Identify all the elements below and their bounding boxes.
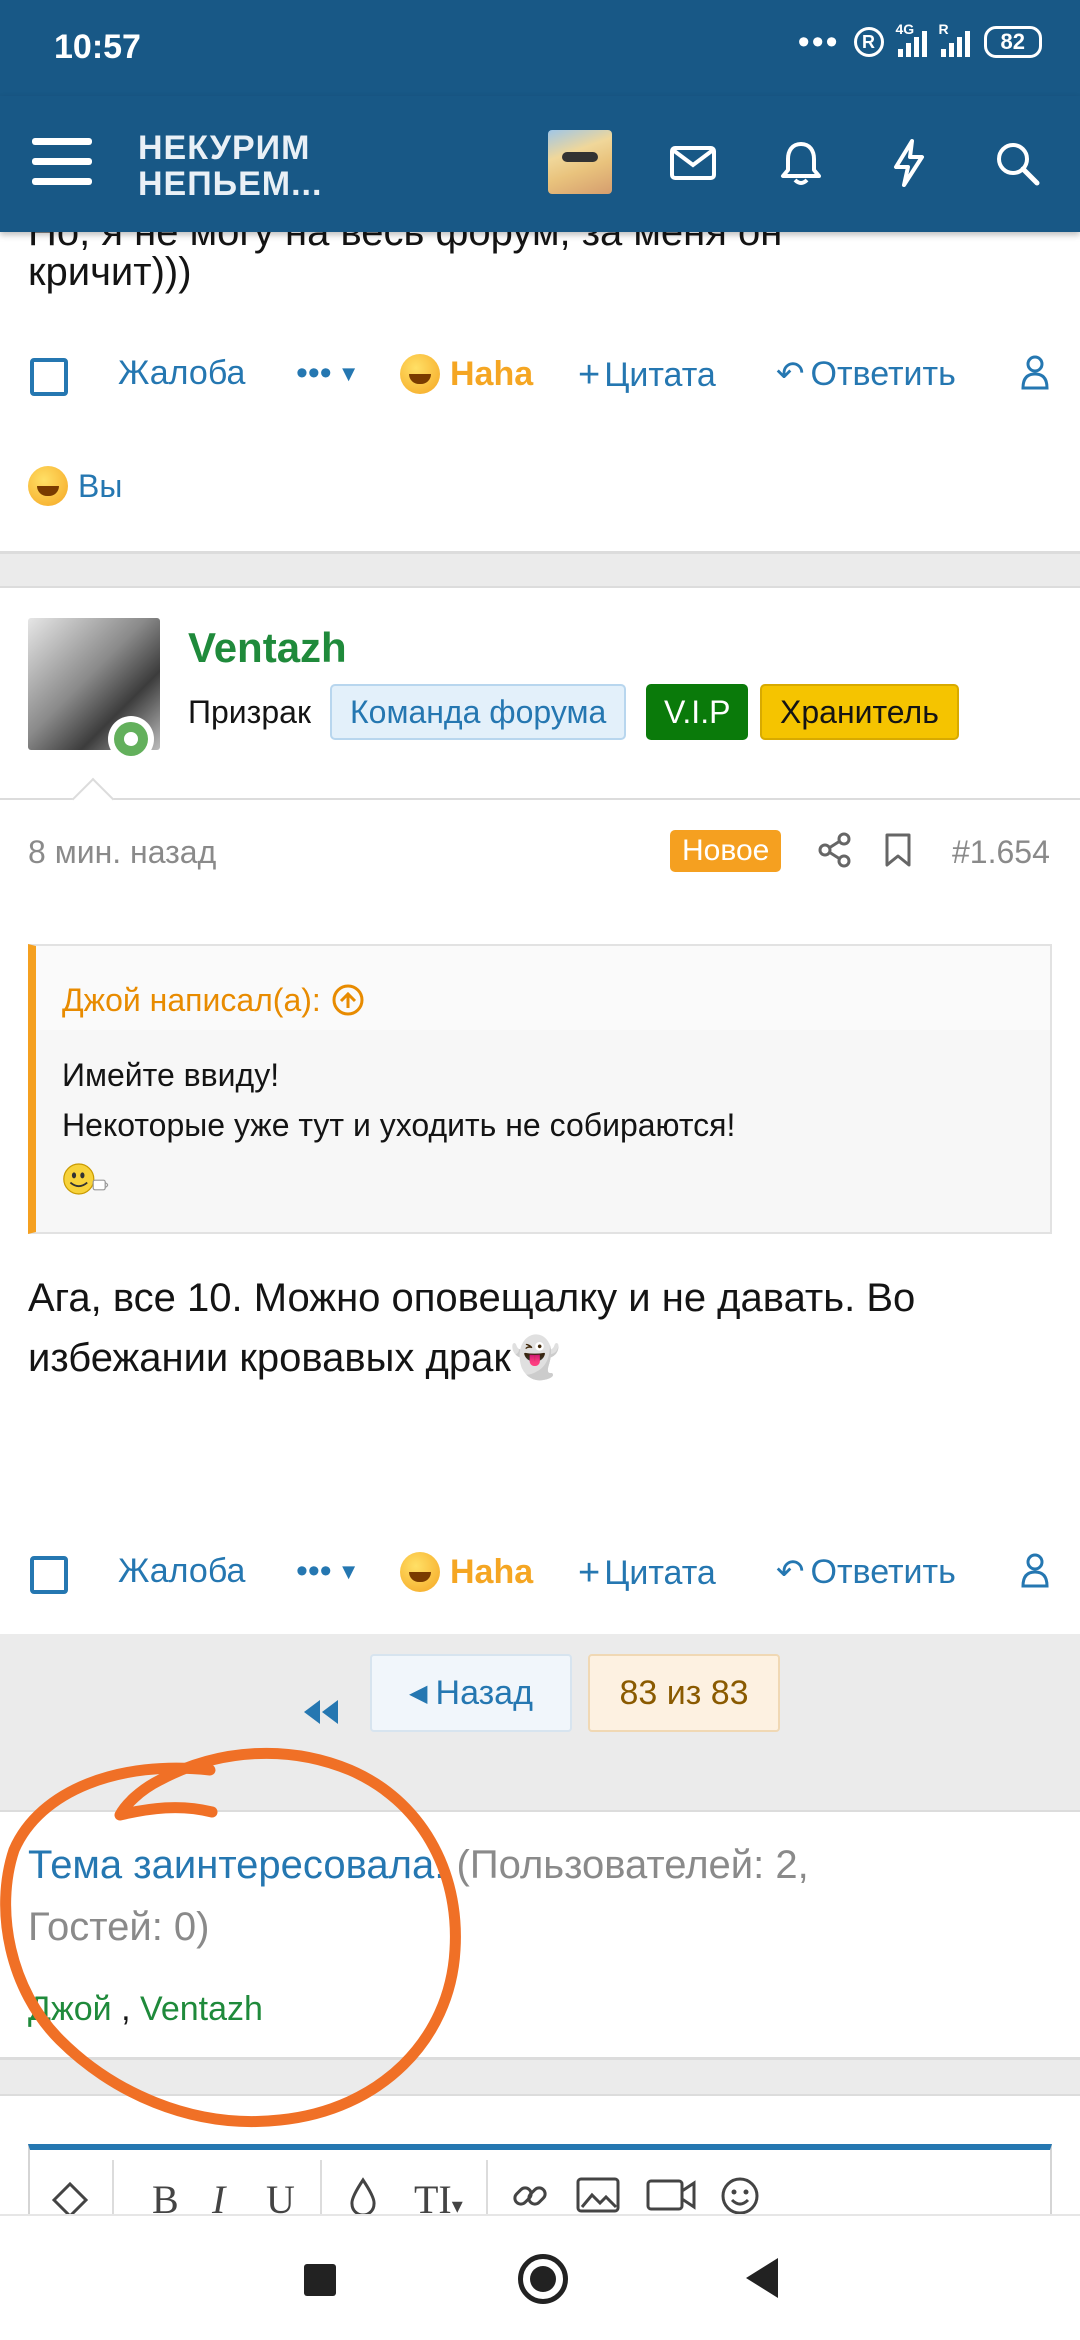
- post-actions: Жалоба ••• ▼ Haha + Цитата ↶ Ответить: [0, 1544, 1080, 1604]
- new-badge: Новое: [670, 830, 782, 872]
- system-navigation-bar: [0, 2214, 1080, 2340]
- registered-icon: R: [853, 27, 884, 57]
- page-indicator-button[interactable]: 83 из 83: [588, 1654, 780, 1732]
- interested-title: Тема заинтересовала:: [28, 1843, 446, 1887]
- select-checkbox[interactable]: [30, 1556, 68, 1594]
- username-link[interactable]: Ventazh: [188, 624, 347, 672]
- user-avatar[interactable]: [548, 130, 612, 194]
- badge-vip: V.I.P: [646, 684, 749, 740]
- post-actions: Жалоба ••• ▼ Haha + Цитата ↶ Ответить: [0, 346, 1080, 406]
- reply-button[interactable]: ↶ Ответить: [776, 354, 956, 394]
- laugh-emoji-icon: [400, 1552, 440, 1592]
- badge-forum-team: Команда форума: [330, 684, 627, 740]
- status-time: 10:57: [54, 28, 141, 66]
- haha-reaction-button[interactable]: Haha: [400, 1552, 533, 1592]
- post-message: Ага, все 10. Можно оповещалку и не дават…: [28, 1276, 916, 1380]
- quote-block: Джой написал(а): Имейте ввиду! Некоторые…: [28, 944, 1052, 1234]
- report-link[interactable]: Жалоба: [118, 354, 245, 393]
- user-icon[interactable]: [1020, 1552, 1050, 1588]
- coffee-smiley-icon: [63, 1163, 109, 1195]
- reply-editor-area: B I U TI▾: [0, 2094, 1080, 2234]
- haha-reaction-button[interactable]: Haha: [400, 354, 533, 394]
- user-icon[interactable]: [1020, 354, 1050, 390]
- more-menu-button[interactable]: ••• ▼: [296, 1552, 360, 1591]
- user-title: Призрак: [188, 694, 311, 730]
- laugh-emoji-icon: [400, 354, 440, 394]
- bell-icon[interactable]: [768, 130, 834, 196]
- bookmark-icon[interactable]: [884, 832, 912, 873]
- post-user-block: Ventazh Призрак Команда форума V.I.P Хра…: [0, 588, 1080, 800]
- interested-users: Джой , Ventazh: [28, 1990, 263, 2028]
- interested-heading: Тема заинтересовала: (Пользователей: 2, …: [28, 1834, 1028, 1958]
- mail-icon[interactable]: [660, 130, 726, 196]
- post-time[interactable]: 8 мин. назад: [28, 834, 216, 871]
- reply-button[interactable]: ↶ Ответить: [776, 1552, 956, 1592]
- app-header: НЕКУРИМ НЕПЬЕМ...: [0, 96, 1080, 232]
- interested-counts-2: Гостей: 0): [28, 1905, 210, 1949]
- laugh-emoji-icon: [28, 466, 68, 506]
- home-icon[interactable]: [518, 2254, 568, 2304]
- online-status-icon: [108, 716, 154, 762]
- recents-icon[interactable]: [304, 2264, 336, 2296]
- user-link-ventazh[interactable]: Ventazh: [140, 1990, 263, 2028]
- reply-icon: ↶: [776, 1553, 805, 1591]
- jump-up-icon: [332, 984, 364, 1016]
- more-dots-icon: •••: [797, 23, 840, 61]
- reply-icon: ↶: [776, 355, 805, 393]
- post-number[interactable]: #1.654: [952, 834, 1050, 871]
- share-icon[interactable]: [818, 832, 852, 873]
- back-button[interactable]: ◀ Назад: [370, 1654, 572, 1732]
- post-previous: Но, я не могу на весь форум, за меня он …: [0, 180, 1080, 554]
- quote-header[interactable]: Джой написал(а):: [36, 946, 1050, 1030]
- select-checkbox[interactable]: [30, 358, 68, 396]
- signal-4g-icon: 4G: [896, 21, 927, 57]
- interested-counts-1: (Пользователей: 2,: [456, 1843, 809, 1887]
- caret-left-icon: ◀: [409, 1679, 428, 1707]
- badge-keeper: Хранитель: [760, 684, 959, 740]
- post-ventazh: Ventazh Призрак Команда форума V.I.P Хра…: [0, 586, 1080, 1704]
- pagination: ◀ Назад 83 из 83: [0, 1634, 1080, 1810]
- quote-text: Имейте ввиду! Некоторые уже тут и уходит…: [62, 1057, 736, 1143]
- reactions-summary[interactable]: Вы: [28, 466, 122, 506]
- first-page-icon[interactable]: [300, 1698, 340, 1731]
- battery-icon: 82: [983, 26, 1042, 58]
- back-icon[interactable]: [746, 2258, 778, 2298]
- quote-button[interactable]: + Цитата: [578, 354, 716, 397]
- user-link-joy[interactable]: Джой: [28, 1990, 112, 2028]
- thread-interested-block: Тема заинтересовала: (Пользователей: 2, …: [0, 1810, 1080, 2060]
- quote-button[interactable]: + Цитата: [578, 1552, 716, 1595]
- more-menu-button[interactable]: ••• ▼: [296, 354, 360, 393]
- status-bar: 10:57 ••• R 4G R 82: [0, 0, 1080, 96]
- lightning-icon[interactable]: [876, 130, 942, 196]
- status-icons: ••• R 4G R 82: [797, 21, 1042, 61]
- post-text: кричит))): [28, 250, 192, 294]
- signal-roaming-icon: R: [939, 21, 970, 57]
- menu-icon[interactable]: [32, 138, 92, 190]
- report-link[interactable]: Жалоба: [118, 1552, 245, 1591]
- site-logo[interactable]: НЕКУРИМ НЕПЬЕМ...: [138, 130, 322, 202]
- search-icon[interactable]: [984, 130, 1050, 196]
